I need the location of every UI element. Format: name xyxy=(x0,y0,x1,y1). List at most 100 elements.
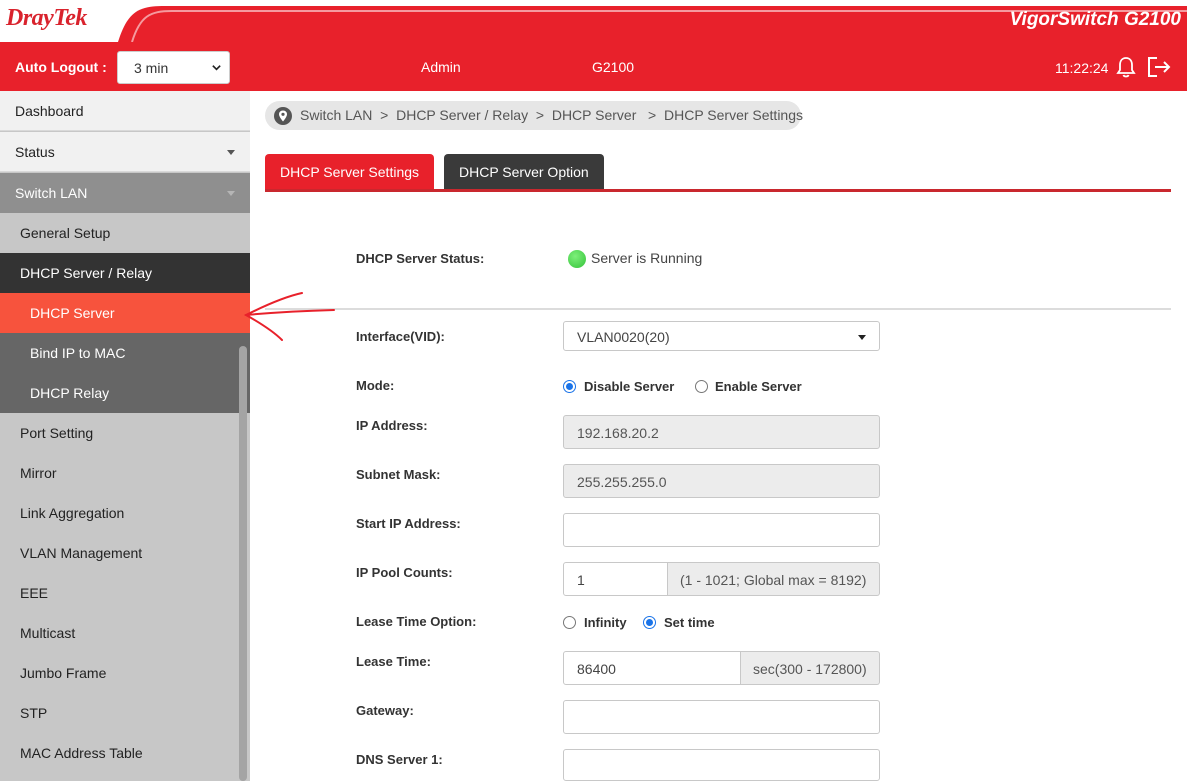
clock: 11:22:24 xyxy=(1055,60,1109,76)
gateway-input[interactable] xyxy=(563,700,880,734)
sidebar-item-label: DHCP Server xyxy=(30,305,115,321)
auto-logout-select[interactable]: 3 min xyxy=(117,51,230,84)
lease-set-time-label[interactable]: Set time xyxy=(664,615,715,630)
sidebar-item-label: Multicast xyxy=(20,625,76,641)
sidebar-item-label: EEE xyxy=(20,585,49,601)
tab-label: DHCP Server Settings xyxy=(280,164,420,180)
mode-disable-label[interactable]: Disable Server xyxy=(584,379,674,394)
sidebar-item-label: Bind IP to MAC xyxy=(30,345,126,361)
sidebar-item-mac-address-table[interactable]: MAC Address Table xyxy=(0,733,250,773)
sidebar-item-label: Dashboard xyxy=(15,103,84,119)
dhcp-status-label: DHCP Server Status: xyxy=(356,251,485,266)
subnet-mask-field: 255.255.255.0 xyxy=(563,464,880,498)
mode-enable-radio[interactable] xyxy=(695,380,708,393)
dhcp-status-value: Server is Running xyxy=(591,250,703,266)
mode-disable-radio[interactable] xyxy=(563,380,576,393)
sidebar-item-multicast[interactable]: Multicast xyxy=(0,613,250,653)
model-name: G2100 xyxy=(592,59,635,75)
bell-icon[interactable] xyxy=(1116,56,1136,78)
logout-icon[interactable] xyxy=(1146,56,1172,78)
lease-time-hint: sec(300 - 172800) xyxy=(741,651,880,685)
sidebar-item-link-aggregation[interactable]: Link Aggregation xyxy=(0,493,250,533)
start-ip-input[interactable] xyxy=(563,513,880,547)
lease-time-hint-text: sec(300 - 172800) xyxy=(753,661,867,677)
sidebar-item-dhcp-server-relay[interactable]: DHCP Server / Relay xyxy=(0,253,250,293)
user-name: Admin xyxy=(421,59,461,75)
sidebar-item-jumbo-frame[interactable]: Jumbo Frame xyxy=(0,653,250,693)
tab-dhcp-server-settings[interactable]: DHCP Server Settings xyxy=(265,154,434,190)
chevron-down-icon xyxy=(227,150,235,155)
subnet-mask-label: Subnet Mask: xyxy=(356,467,441,482)
location-pin-icon xyxy=(274,107,292,125)
breadcrumb: Switch LAN > DHCP Server / Relay > DHCP … xyxy=(265,101,804,130)
sidebar-item-label: MAC Address Table xyxy=(20,745,143,761)
ip-pool-input[interactable]: 1 xyxy=(563,562,668,596)
lease-infinity-label[interactable]: Infinity xyxy=(584,615,627,630)
product-title: VigorSwitch G2100 xyxy=(1009,9,1181,30)
status-indicator-icon xyxy=(568,250,586,268)
lease-time-label: Lease Time: xyxy=(356,654,431,669)
sidebar-item-dashboard[interactable]: Dashboard xyxy=(0,91,250,131)
interface-value: VLAN0020(20) xyxy=(577,329,670,345)
top-banner: DrayTek VigorSwitch G2100 xyxy=(0,0,1187,42)
lease-option-label: Lease Time Option: xyxy=(356,614,477,629)
sidebar-item-label: Jumbo Frame xyxy=(20,665,107,681)
sidebar-item-label: DHCP Server / Relay xyxy=(20,265,153,281)
interface-select[interactable]: VLAN0020(20) xyxy=(563,321,880,351)
sidebar-item-label: VLAN Management xyxy=(20,545,143,561)
sidebar-scrollbar[interactable] xyxy=(239,346,247,781)
dns-server-1-label: DNS Server 1: xyxy=(356,752,443,767)
lease-set-time-radio[interactable] xyxy=(643,616,656,629)
lease-time-input[interactable]: 86400 xyxy=(563,651,741,685)
tab-label: DHCP Server Option xyxy=(459,164,589,180)
sidebar-item-status[interactable]: Status xyxy=(0,132,250,172)
sidebar-item-vlan-management[interactable]: VLAN Management xyxy=(0,533,250,573)
ip-address-value: 192.168.20.2 xyxy=(577,425,659,441)
mode-label: Mode: xyxy=(356,378,395,393)
sidebar-item-label: General Setup xyxy=(20,225,111,241)
chevron-down-icon xyxy=(227,191,235,196)
sidebar-item-stp[interactable]: STP xyxy=(0,693,250,733)
draytek-logo: DrayTek xyxy=(6,5,87,31)
sidebar-item-label: DHCP Relay xyxy=(30,385,110,401)
sidebar-item-label: Port Setting xyxy=(20,425,94,441)
mode-enable-label[interactable]: Enable Server xyxy=(715,379,802,394)
dns-server-1-input[interactable] xyxy=(563,749,880,781)
sidebar-item-label: Switch LAN xyxy=(15,185,88,201)
header-bar: Auto Logout : 3 min Admin G2100 11:22:24 xyxy=(0,42,1187,91)
ip-pool-hint: (1 - 1021; Global max = 8192) xyxy=(668,562,880,596)
sidebar-item-label: STP xyxy=(20,705,48,721)
auto-logout-value: 3 min xyxy=(134,60,169,76)
sidebar-item-switch-lan[interactable]: Switch LAN xyxy=(0,173,250,213)
subnet-mask-value: 255.255.255.0 xyxy=(577,474,667,490)
annotation-arrow-icon xyxy=(243,292,335,341)
sidebar-item-port-setting[interactable]: Port Setting xyxy=(0,413,250,453)
caret-down-icon xyxy=(858,335,866,340)
tab-underline xyxy=(265,189,1171,192)
sidebar-item-bind-ip-to-mac[interactable]: Bind IP to MAC xyxy=(0,333,250,373)
start-ip-label: Start IP Address: xyxy=(356,516,461,531)
sidebar-item-mirror[interactable]: Mirror xyxy=(0,453,250,493)
sidebar-item-dhcp-relay[interactable]: DHCP Relay xyxy=(0,373,250,413)
auto-logout-label: Auto Logout : xyxy=(15,59,107,75)
gateway-label: Gateway: xyxy=(356,703,414,718)
sidebar-item-label: Status xyxy=(15,144,55,160)
sidebar-item-dhcp-server[interactable]: DHCP Server xyxy=(0,293,250,333)
sidebar: Dashboard Status Switch LAN General Setu… xyxy=(0,91,250,781)
sidebar-item-eee[interactable]: EEE xyxy=(0,573,250,613)
lease-infinity-radio[interactable] xyxy=(563,616,576,629)
ip-pool-hint-text: (1 - 1021; Global max = 8192) xyxy=(680,572,867,588)
lease-time-value: 86400 xyxy=(577,661,616,677)
sidebar-item-general-setup[interactable]: General Setup xyxy=(0,213,250,253)
ip-address-label: IP Address: xyxy=(356,418,428,433)
sidebar-item-label: Mirror xyxy=(20,465,57,481)
tab-dhcp-server-option[interactable]: DHCP Server Option xyxy=(444,154,604,190)
chevron-down-icon xyxy=(212,65,221,71)
ip-pool-value: 1 xyxy=(577,572,585,588)
interface-label: Interface(VID): xyxy=(356,329,445,344)
ip-pool-label: IP Pool Counts: xyxy=(356,565,453,580)
ip-address-field: 192.168.20.2 xyxy=(563,415,880,449)
section-divider xyxy=(265,308,1171,310)
sidebar-item-label: Link Aggregation xyxy=(20,505,125,521)
breadcrumb-text: Switch LAN > DHCP Server / Relay > DHCP … xyxy=(300,107,804,123)
